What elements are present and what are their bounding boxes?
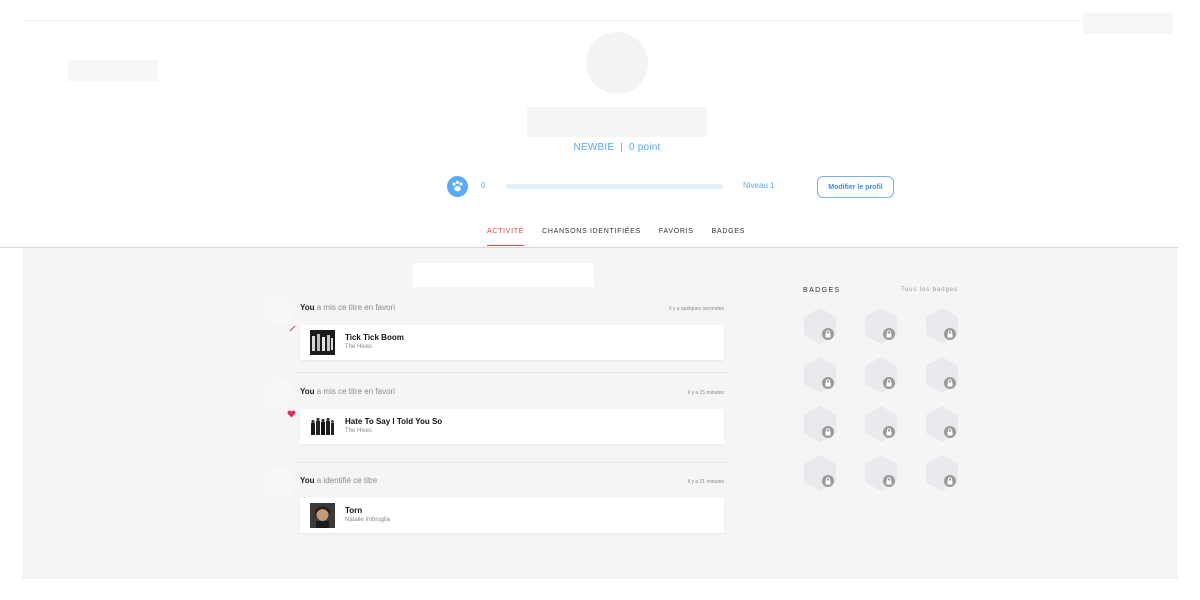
points-label: 0 point	[629, 142, 661, 153]
badge-locked[interactable]	[922, 453, 962, 493]
lock-icon	[944, 328, 956, 340]
track-title[interactable]: Torn	[345, 506, 362, 515]
lock-icon	[883, 328, 895, 340]
rank-separator: |	[620, 142, 624, 153]
tab-badges[interactable]: BADGES	[712, 228, 745, 246]
tab-activit[interactable]: ACTIVITÉ	[487, 228, 525, 246]
profile-tabs: ACTIVITÉ CHANSONS IDENTIFIÉES FAVORIS BADGE…	[487, 228, 763, 246]
lock-icon	[822, 426, 834, 438]
badge-locked[interactable]	[800, 404, 840, 444]
track-title[interactable]: Hate To Say I Told You So	[345, 417, 442, 426]
profile-avatar	[586, 32, 648, 94]
lock-icon	[883, 377, 895, 389]
badge-locked[interactable]	[922, 306, 962, 346]
feed-user-avatar	[263, 467, 295, 499]
feed-user[interactable]: You	[300, 303, 315, 312]
track-card[interactable]: Torn Natalie Imbruglia	[300, 498, 724, 533]
feed-action: a mis ce titre en favori	[314, 387, 395, 396]
badges-title: BADGES	[803, 287, 841, 294]
badges-grid	[800, 306, 970, 494]
feed-user[interactable]: You	[300, 476, 315, 485]
album-cover	[310, 414, 335, 439]
feed-time: il y a 15 minutes	[687, 390, 724, 396]
feed-text: You a mis ce titre en favori	[300, 303, 395, 312]
badge-locked[interactable]	[861, 404, 901, 444]
feed-header: You a mis ce titre en favori il y a 15 mi…	[300, 387, 724, 396]
lock-icon	[883, 475, 895, 487]
feed-time: il y a 21 minutes	[687, 479, 724, 485]
level-progress-bar	[506, 184, 723, 189]
feed-header: You a mis ce titre en favori il y a quelq…	[300, 303, 724, 312]
feed-text: You a identifié ce titre	[300, 476, 377, 485]
feed-header: You a identifié ce titre il y a 21 minute…	[300, 476, 724, 485]
feed-action: a mis ce titre en favori	[314, 303, 395, 312]
lock-icon	[822, 328, 834, 340]
feed-separator	[296, 372, 727, 373]
lock-icon	[822, 475, 834, 487]
badge-locked[interactable]	[800, 453, 840, 493]
feed-item: You a mis ce titre en favori il y a 15 mi…	[263, 378, 726, 448]
feed-item: You a mis ce titre en favori il y a quelq…	[263, 294, 726, 364]
badge-locked[interactable]	[800, 355, 840, 395]
track-title[interactable]: Tick Tick Boom	[345, 333, 404, 342]
lock-icon	[944, 475, 956, 487]
heart-icon	[287, 405, 296, 423]
tab-chansons-identifi-es[interactable]: CHANSONS IDENTIFIÉES	[542, 228, 641, 246]
level-label: Niveau 1	[743, 181, 775, 190]
activity-panel: BADGES Tous les badges You a mis ce titr…	[22, 248, 1178, 579]
lock-icon	[822, 377, 834, 389]
header-divider	[22, 20, 1082, 21]
profile-page: NEWBIE | 0 point 0 Niveau 1 Modifier le pr…	[0, 0, 1200, 600]
lock-icon	[883, 426, 895, 438]
lock-icon	[944, 426, 956, 438]
badge-locked[interactable]	[922, 355, 962, 395]
badge-locked[interactable]	[861, 453, 901, 493]
feed-user[interactable]: You	[300, 387, 315, 396]
header-menu-placeholder[interactable]	[1083, 13, 1173, 34]
track-artist[interactable]: The Hives	[345, 344, 372, 350]
track-card[interactable]: Tick Tick Boom The Hives	[300, 325, 724, 360]
badge-locked[interactable]	[800, 306, 840, 346]
pencil-icon	[289, 319, 297, 337]
feed-separator	[296, 462, 727, 463]
feed-time: il y a quelques secondes	[669, 306, 724, 312]
badge-locked[interactable]	[861, 355, 901, 395]
paw-icon	[447, 176, 468, 197]
track-card[interactable]: Hate To Say I Told You So The Hives	[300, 409, 724, 444]
tab-favoris[interactable]: FAVORIS	[659, 228, 694, 246]
edit-profile-button[interactable]: Modifier le profil	[817, 176, 894, 198]
badge-locked[interactable]	[861, 306, 901, 346]
logo-placeholder[interactable]	[68, 60, 158, 81]
feed-action: a identifié ce titre	[314, 476, 378, 485]
profile-name-placeholder	[527, 107, 707, 137]
lock-icon	[944, 377, 956, 389]
badge-locked[interactable]	[922, 404, 962, 444]
album-cover	[310, 503, 335, 528]
track-artist[interactable]: The Hives	[345, 428, 372, 434]
feed-item: You a identifié ce titre il y a 21 minute…	[263, 467, 726, 537]
activity-search-placeholder[interactable]	[413, 263, 594, 287]
track-artist[interactable]: Natalie Imbruglia	[345, 517, 390, 523]
album-cover	[310, 330, 335, 355]
level-value: 0	[481, 181, 486, 190]
rank-line: NEWBIE | 0 point	[0, 142, 1200, 153]
feed-text: You a mis ce titre en favori	[300, 387, 395, 396]
all-badges-link[interactable]: Tous les badges	[901, 287, 958, 293]
rank-label: NEWBIE	[573, 142, 615, 153]
